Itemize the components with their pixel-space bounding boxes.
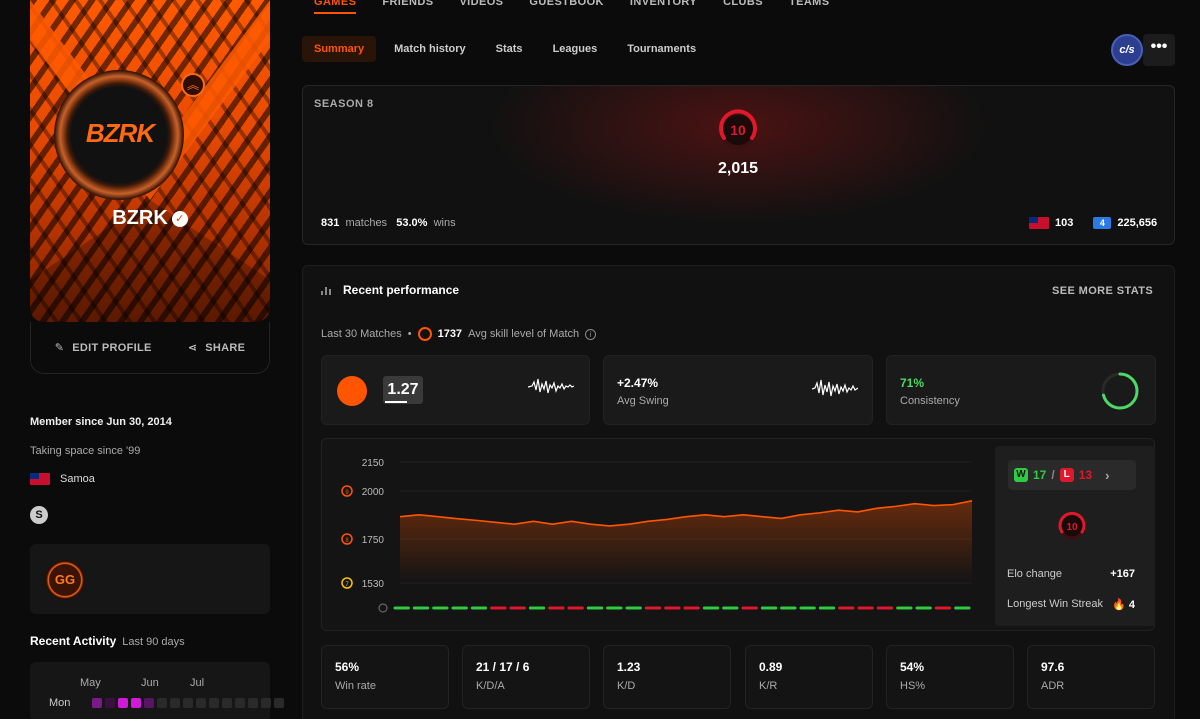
chart-level-value: 10 (1066, 522, 1078, 533)
nav-videos[interactable]: VIDEOS (459, 0, 503, 8)
win-loss-summary[interactable]: W 17 / L 13 › (1008, 460, 1136, 490)
nav-guestbook[interactable]: GUESTBOOK (529, 0, 604, 8)
consistency-label: Consistency (900, 395, 960, 407)
stat-card-winrate[interactable]: 56% Win rate (321, 645, 449, 709)
pencil-icon: ✎ (54, 342, 65, 354)
elo-change-row: Elo change +167 (1007, 568, 1135, 580)
stat-card-kda[interactable]: 21 / 17 / 6 K/D/A (462, 645, 590, 709)
profile-name: BZRK ✓ (30, 207, 270, 230)
share-button[interactable]: ⋖ SHARE (187, 341, 246, 355)
tab-stats[interactable]: Stats (484, 36, 535, 62)
nav-inventory[interactable]: INVENTORY (630, 0, 697, 8)
chart-level-icon: 10 (1058, 511, 1086, 540)
samoa-flag-icon (30, 473, 50, 485)
sub-tabs: Summary Match history Stats Leagues Tour… (302, 36, 708, 62)
info-icon[interactable]: i (585, 328, 597, 340)
rating-waveform (528, 378, 574, 394)
history-icon (378, 603, 388, 613)
recent-activity-title: Recent Activity Last 90 days (30, 634, 185, 648)
steam-icon[interactable]: S (30, 506, 48, 524)
country-row: Samoa (30, 473, 95, 485)
separator: / (1051, 468, 1055, 482)
rating-gauge-icon (337, 376, 367, 406)
region-rank[interactable]: 225,656 (1117, 217, 1157, 229)
heatmap-month: Jul (190, 677, 205, 689)
y-tick-label: 1530 (362, 579, 385, 590)
verified-icon: ✓ (171, 211, 188, 227)
tab-summary[interactable]: Summary (302, 36, 377, 62)
nav-friends[interactable]: FRIENDS (382, 0, 433, 8)
losses-count: 13 (1078, 468, 1093, 482)
share-icon: ⋖ (187, 342, 198, 354)
chevron-right-icon: › (1105, 467, 1110, 483)
activity-heatmap (30, 662, 270, 719)
nav-games[interactable]: GAMES (314, 0, 356, 8)
rating-value: 1.27 (383, 376, 423, 404)
skill-level-icon: 10 (719, 109, 757, 149)
avatar-logo-text: BZRK (85, 118, 155, 148)
see-more-stats-link[interactable]: SEE MORE STATS (1052, 285, 1153, 297)
region-icon: 4 (1093, 217, 1112, 229)
stat-card-adr[interactable]: 97.6 ADR (1027, 645, 1155, 709)
edit-profile-button[interactable]: ✎ EDIT PROFILE (54, 341, 152, 355)
stat-card-hs[interactable]: 54% HS% (886, 645, 1014, 709)
y-tick-label: 2150 (362, 458, 385, 469)
game-selector-logo[interactable]: c/s (1111, 34, 1143, 66)
country-rank[interactable]: 103 (1055, 217, 1073, 229)
tab-match-history[interactable]: Match history (382, 36, 478, 62)
win-streak-row: Longest Win Streak 🔥 4 (1007, 598, 1135, 611)
tab-leagues[interactable]: Leagues (541, 36, 610, 62)
performance-title: Recent performance (321, 283, 459, 297)
season-label: SEASON 8 (314, 98, 374, 110)
consistency-value: 71% (900, 376, 925, 390)
nav-teams[interactable]: TEAMS (789, 0, 830, 8)
stat-card-kr[interactable]: 0.89 K/R (745, 645, 873, 709)
stat-card-kd[interactable]: 1.23 K/D (603, 645, 731, 709)
heatmap-day-label: Mon (49, 697, 71, 709)
avg-level-icon (417, 327, 432, 341)
flame-icon: 🔥 (1112, 599, 1126, 611)
elo-area (400, 500, 972, 583)
rank-chevron-icon: ︽ (181, 73, 205, 97)
skill-level-value: 10 (730, 122, 746, 138)
swing-label: Avg Swing (617, 395, 669, 407)
bar-chart-icon (321, 285, 333, 295)
heatmap-month: Jun (141, 677, 159, 689)
member-since: Member since Jun 30, 2014 (30, 416, 172, 428)
profile-tagline: Taking space since '99 (30, 445, 141, 457)
elo-chart: 2150200017501530987 (341, 458, 973, 613)
heatmap-cells (92, 698, 284, 708)
more-options-button[interactable]: ••• (1143, 34, 1175, 66)
nav-clubs[interactable]: CLUBS (723, 0, 763, 8)
tab-tournaments[interactable]: Tournaments (615, 36, 708, 62)
win-badge: W (1014, 468, 1028, 482)
top-nav: GAMES FRIENDS VIDEOS GUESTBOOK INVENTORY… (314, 0, 829, 8)
ranking-row: 103 4 225,656 (1029, 217, 1157, 229)
gg-badge-icon[interactable]: GG (45, 560, 85, 600)
elo-value: 2,015 (717, 160, 759, 177)
swing-value: +2.47% (617, 376, 659, 390)
wins-count: 17 (1033, 468, 1047, 482)
rating-bar (385, 401, 407, 403)
last-matches-summary: Last 30 Matches • 1737 Avg skill level of M… (321, 327, 597, 341)
swing-waveform (812, 379, 858, 397)
heatmap-month: May (80, 677, 101, 689)
y-tick-label: 1750 (362, 535, 385, 546)
country-flag-icon (1029, 217, 1049, 229)
consistency-ring (1101, 372, 1139, 410)
season-stats: 831 matches 53.0% wins (321, 217, 456, 229)
y-tick-label: 2000 (362, 487, 385, 498)
profile-actions: ✎ EDIT PROFILE ⋖ SHARE (30, 322, 270, 374)
active-tab-underline (314, 12, 356, 14)
loss-badge: L (1059, 468, 1074, 482)
